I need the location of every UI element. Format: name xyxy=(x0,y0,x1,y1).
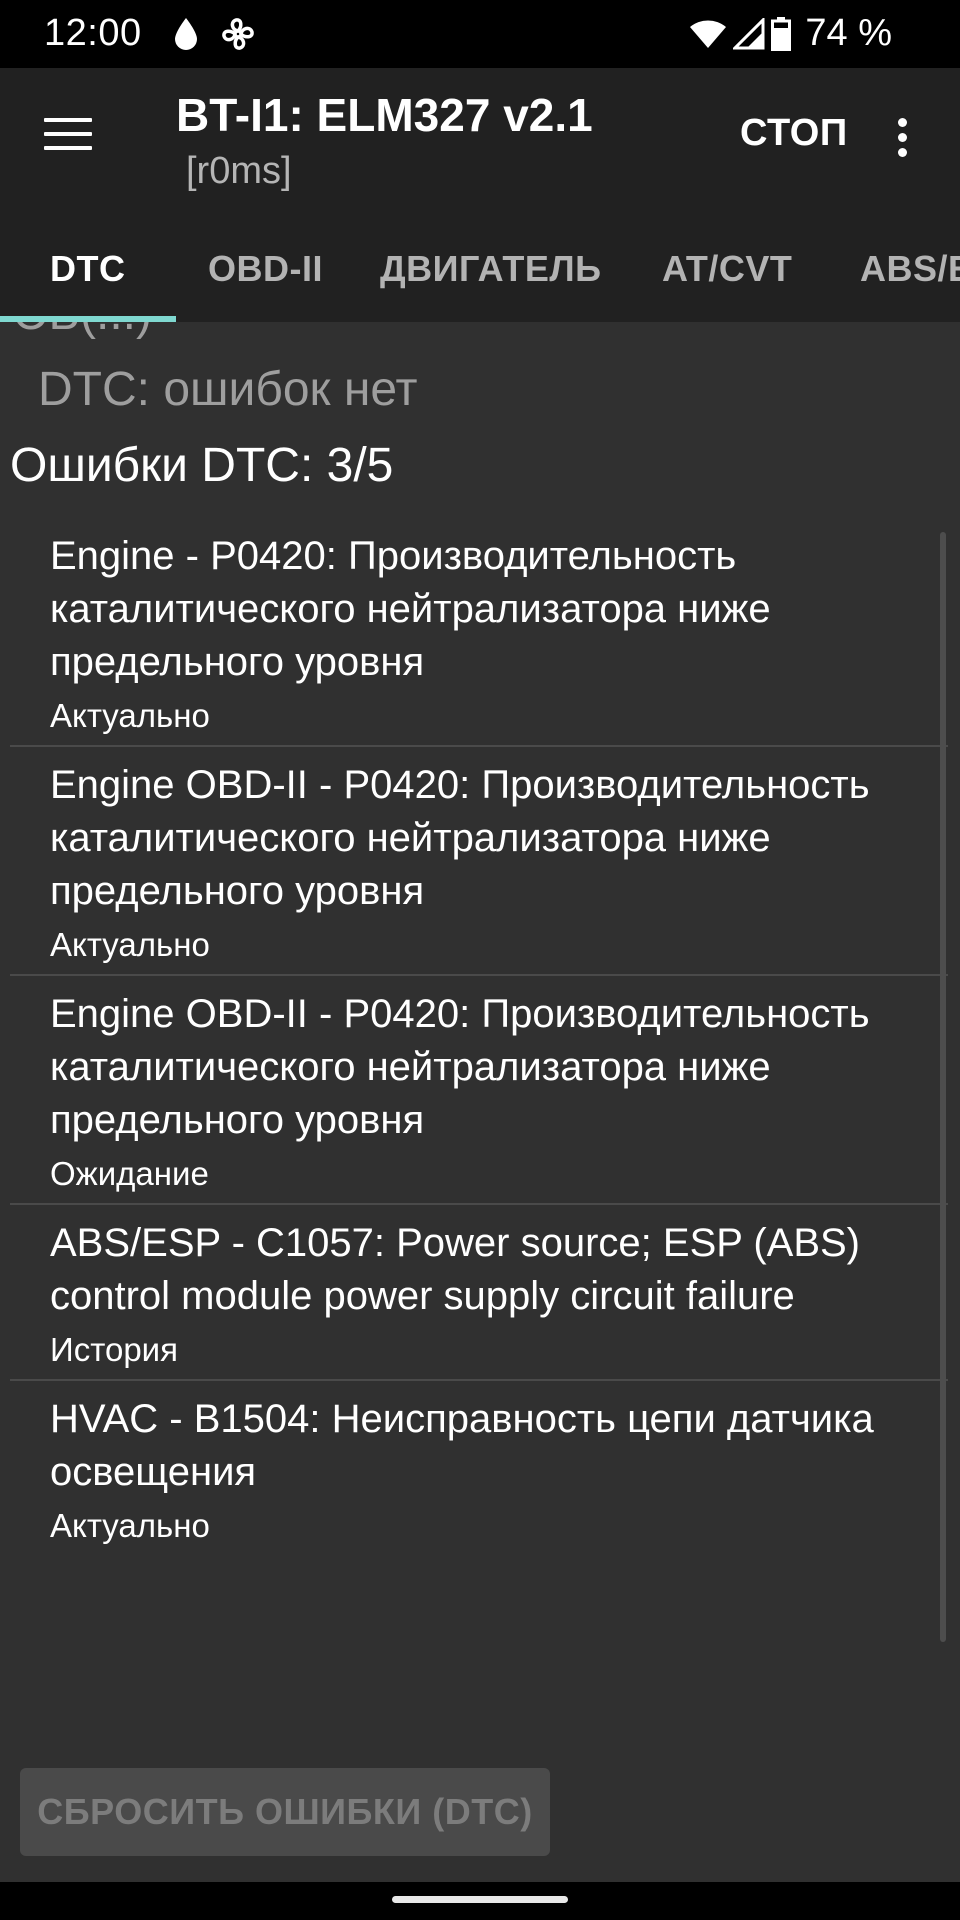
tab-abs-esp[interactable]: ABS/E xyxy=(860,248,960,290)
dtc-state: Актуально xyxy=(50,926,210,963)
more-options-icon[interactable] xyxy=(898,118,910,160)
status-bar: 12:00 74 % xyxy=(0,0,960,68)
gesture-handle[interactable] xyxy=(392,1896,568,1903)
tab-at-cvt[interactable]: AT/CVT xyxy=(662,248,792,290)
errors-count-title: Ошибки DTC: 3/5 xyxy=(10,439,394,492)
dtc-content[interactable]: ЭБ(...) DTC: ошибок нет Ошибки DTC: 3/5 … xyxy=(0,322,960,1882)
dtc-list: Engine - P0420: Производительность катал… xyxy=(10,518,948,1555)
dtc-description: ABS/ESP - C1057: Power source; ESP (ABS)… xyxy=(50,1221,860,1318)
list-item[interactable]: Engine - P0420: Производительность катал… xyxy=(10,518,948,747)
dtc-state: История xyxy=(50,1331,178,1368)
status-time: 12:00 xyxy=(44,12,142,54)
dtc-state: Актуально xyxy=(50,1507,210,1544)
status-system-icons: 74 % xyxy=(689,12,892,55)
list-item[interactable]: HVAC - B1504: Неисправность цепи датчика… xyxy=(10,1381,948,1555)
partial-cut-off-text: ЭБ(...) xyxy=(14,322,152,341)
tab-dtc[interactable]: DTC xyxy=(50,248,126,290)
water-drop-icon xyxy=(175,18,197,50)
tab-obd-ii[interactable]: OBD-II xyxy=(208,248,323,290)
battery-icon xyxy=(771,16,792,51)
scrollbar[interactable] xyxy=(940,532,946,1642)
wifi-icon xyxy=(690,19,727,48)
reset-dtc-button[interactable]: СБРОСИТЬ ОШИБКИ (DTC) xyxy=(20,1768,550,1856)
tab-bar: DTC OBD-II ДВИГАТЕЛЬ AT/CVT ABS/E xyxy=(0,228,960,322)
dtc-description: Engine - P0420: Производительность катал… xyxy=(50,534,771,684)
navigation-bar xyxy=(0,1882,960,1920)
dtc-description: HVAC - B1504: Неисправность цепи датчика… xyxy=(50,1397,874,1494)
dtc-state: Ожидание xyxy=(50,1155,209,1192)
list-item[interactable]: ABS/ESP - C1057: Power source; ESP (ABS)… xyxy=(10,1205,948,1381)
app-subtitle: [r0ms] xyxy=(186,150,292,192)
dtc-description: Engine OBD-II - P0420: Производительност… xyxy=(50,992,870,1142)
dtc-description: Engine OBD-II - P0420: Производительност… xyxy=(50,763,870,913)
battery-percent: 74 % xyxy=(805,12,892,54)
stop-button[interactable]: СТОП xyxy=(740,112,848,155)
list-item[interactable]: Engine OBD-II - P0420: Производительност… xyxy=(10,976,948,1205)
cell-signal-icon xyxy=(733,17,765,49)
tab-engine[interactable]: ДВИГАТЕЛЬ xyxy=(380,248,602,290)
list-item[interactable]: Engine OBD-II - P0420: Производительност… xyxy=(10,747,948,976)
status-notification-icons xyxy=(172,16,256,52)
dtc-state: Актуально xyxy=(50,697,210,734)
app-title: BT-I1: ELM327 v2.1 xyxy=(176,89,593,141)
fan-icon xyxy=(222,18,254,50)
dtc-status-text: DTC: ошибок нет xyxy=(38,363,418,416)
menu-icon[interactable] xyxy=(44,118,92,154)
